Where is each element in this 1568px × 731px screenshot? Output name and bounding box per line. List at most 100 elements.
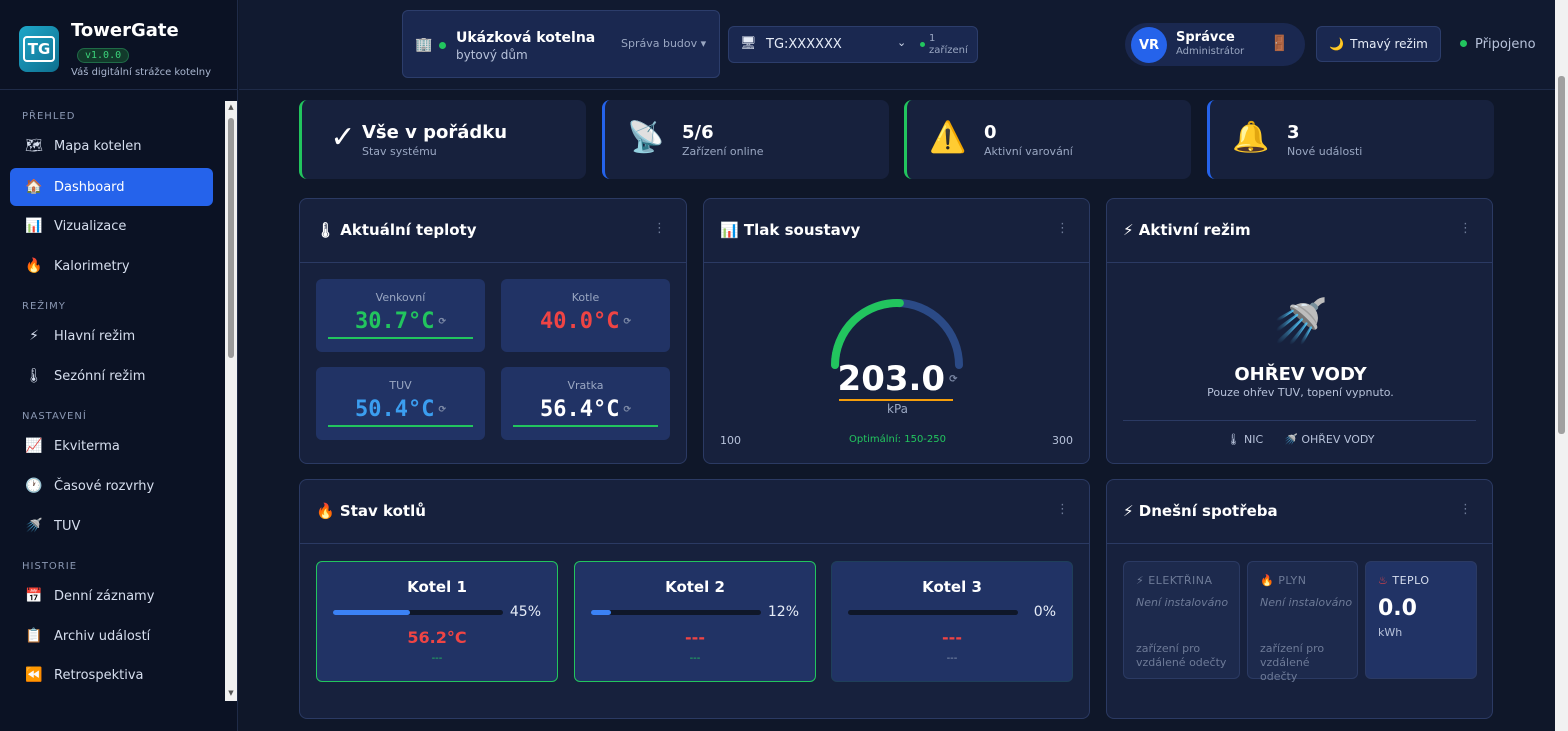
pressure-value: 203.0 ⟳: [837, 359, 958, 399]
chevron-down-icon[interactable]: ⌄: [897, 36, 906, 49]
refresh-icon[interactable]: ⟳: [623, 405, 631, 415]
gauge-optimal-label: Optimální: 150-250: [848, 434, 946, 445]
boiler-temp: ---: [942, 628, 962, 647]
temp-value: 50.4°C ⟳: [354, 397, 447, 422]
user-menu[interactable]: VR Správce Administrátor 🚪: [1125, 23, 1305, 66]
consumption-note: zařízení pro vzdálené odečty: [1260, 642, 1325, 683]
calendar-icon: 📅: [25, 588, 43, 604]
main-scroll-thumb[interactable]: [1558, 76, 1565, 434]
panel-title: 🔥 Stav kotlů: [316, 502, 426, 520]
thermometer-icon: 🌡: [316, 221, 336, 239]
refresh-icon[interactable]: ⟳: [623, 317, 631, 327]
heat-unit: kWh: [1378, 626, 1403, 639]
map-icon: 🗺: [25, 138, 43, 154]
sidebar-scroll-thumb[interactable]: [228, 118, 234, 358]
sidebar-item-hlavni-rezim[interactable]: ⚡ Hlavní režim: [10, 317, 213, 355]
sidebar-item-label: Archiv událostí: [54, 628, 151, 644]
sidebar-item-dashboard[interactable]: 🏠 Dashboard: [10, 168, 213, 206]
boiler-card-1[interactable]: Kotel 1 45% 56.2°C ---: [316, 561, 558, 682]
gauge-fill: [831, 299, 904, 369]
more-menu-icon[interactable]: ⋮: [1056, 502, 1069, 517]
stat-label: Zařízení online: [682, 145, 764, 158]
device-name: TG:XXXXXX: [766, 37, 842, 52]
boiler-state: ---: [689, 653, 701, 664]
building-status-dot: [439, 42, 446, 49]
lightning-icon: ⚡: [29, 328, 39, 344]
mode-tags: 🌡 NIC 🚿 OHŘEV VODY: [1107, 433, 1494, 446]
sidebar-item-sezonni-rezim[interactable]: 🌡 Sezónní režim: [10, 357, 213, 395]
boiler-percent: 0%: [1033, 604, 1056, 620]
boiler-card-2[interactable]: Kotel 2 12% --- ---: [574, 561, 816, 682]
logout-door-icon[interactable]: 🚪: [1270, 34, 1289, 52]
boiler-percent: 12%: [767, 604, 799, 620]
sidebar-item-retrospektiva[interactable]: ⏪ Retrospektiva: [10, 656, 213, 694]
consumption-note: zařízení pro vzdálené odečty: [1136, 642, 1227, 669]
building-name: Ukázková kotelna: [456, 30, 596, 46]
check-icon: ✓: [330, 120, 356, 155]
boiler-name: Kotel 3: [922, 578, 982, 596]
panel-header: ⚡ Aktivní režim ⋮: [1107, 199, 1492, 263]
user-role: Administrátor: [1176, 46, 1245, 57]
refresh-icon[interactable]: ⟳: [949, 374, 957, 385]
brand-logo[interactable]: TG: [19, 26, 59, 72]
warning-icon: ⚠️: [929, 120, 967, 155]
brand-name: TowerGate: [71, 20, 179, 41]
sidebar-item-kalorimetry[interactable]: 🔥 Kalorimetry: [10, 247, 213, 285]
refresh-icon[interactable]: ⟳: [438, 405, 446, 415]
device-selector[interactable]: 🖥 TG:XXXXXX ⌄ 1 zařízení: [728, 26, 978, 63]
fire-icon: 🔥: [1260, 574, 1275, 587]
scroll-down-icon[interactable]: ▼: [226, 689, 236, 697]
panel-title: 🌡 Aktuální teploty: [316, 221, 477, 239]
sidebar-item-archiv-udalosti[interactable]: 📋 Archiv událostí: [10, 617, 213, 655]
building-selector[interactable]: 🏢 Ukázková kotelna bytový dům Správa bud…: [402, 10, 720, 78]
temp-indicator-line: [328, 425, 473, 427]
sidebar-item-vizualizace[interactable]: 📊 Vizualizace: [10, 207, 213, 245]
version-badge: v1.0.0: [77, 48, 130, 63]
refresh-icon[interactable]: ⟳: [438, 317, 446, 327]
boiler-name: Kotel 1: [407, 578, 467, 596]
gauge-track: [831, 299, 963, 369]
sidebar-item-tuv[interactable]: 🚿 TUV: [10, 507, 213, 545]
temp-indicator-line: [328, 337, 473, 339]
device-status-dot: [920, 42, 925, 47]
temp-label: TUV: [389, 379, 412, 392]
thermometer-icon: 🌡: [25, 368, 43, 384]
satellite-dish-icon: 📡: [627, 120, 665, 155]
building-type: bytový dům: [456, 48, 528, 62]
nav-section-modes: REŽIMY: [22, 301, 66, 312]
gauge-max-label: 300: [1052, 434, 1073, 447]
more-menu-icon[interactable]: ⋮: [653, 221, 666, 236]
stat-value: 3: [1287, 122, 1300, 143]
sidebar-item-label: Denní záznamy: [54, 588, 155, 604]
mode-description: Pouze ohřev TUV, topení vypnuto.: [1207, 386, 1394, 399]
stat-label: Stav systému: [362, 145, 437, 158]
connection-status: Připojeno: [1460, 37, 1536, 52]
sidebar-item-ekviterma[interactable]: 📈 Ekviterma: [10, 427, 213, 465]
sidebar-nav: PŘEHLED 🗺 Mapa kotelen 🏠 Dashboard 📊 Vizual…: [0, 100, 238, 700]
more-menu-icon[interactable]: ⋮: [1459, 502, 1472, 517]
panel-header: 🔥 Stav kotlů ⋮: [300, 480, 1089, 544]
sidebar-item-label: Kalorimetry: [54, 258, 130, 274]
boiler-name: Kotel 2: [665, 578, 725, 596]
sidebar-item-denni-zaznamy[interactable]: 📅 Denní záznamy: [10, 577, 213, 615]
clock-icon: 🕐: [25, 478, 43, 494]
sidebar-item-casove-rozvrhy[interactable]: 🕐 Časové rozvrhy: [10, 467, 213, 505]
nav-section-history: HISTORIE: [22, 561, 78, 572]
consumption-card-heat: ♨ TEPLO 0.0 kWh: [1365, 561, 1477, 679]
shower-icon: 🚿: [25, 518, 43, 534]
building-manager-dropdown[interactable]: Správa budov ▾: [621, 37, 706, 50]
sidebar-item-label: Mapa kotelen: [54, 138, 142, 154]
consumption-header: ⚡ ELEKTŘINA: [1136, 574, 1213, 587]
consumption-header: ♨ TEPLO: [1378, 574, 1430, 587]
sidebar: TG TowerGate v1.0.0 Váš digitální strážc…: [0, 0, 238, 731]
stat-card-warnings: ⚠️ 0 Aktivní varování: [904, 100, 1191, 179]
tuv-mode-label: OHŘEV VODY: [1301, 433, 1375, 446]
bell-icon: 🔔: [1232, 120, 1270, 155]
dark-mode-button[interactable]: 🌙 Tmavý režim: [1316, 26, 1441, 62]
scroll-up-icon[interactable]: ▲: [226, 103, 236, 111]
active-mode-panel: ⚡ Aktivní režim ⋮ 🚿 OHŘEV VODY Pouze ohř…: [1106, 198, 1493, 464]
sidebar-item-mapa-kotelen[interactable]: 🗺 Mapa kotelen: [10, 127, 213, 165]
more-menu-icon[interactable]: ⋮: [1459, 221, 1472, 236]
consumption-card-gas: 🔥 PLYN Není instalováno zařízení pro vzd…: [1247, 561, 1358, 683]
boiler-card-3[interactable]: Kotel 3 0% --- ---: [831, 561, 1073, 682]
